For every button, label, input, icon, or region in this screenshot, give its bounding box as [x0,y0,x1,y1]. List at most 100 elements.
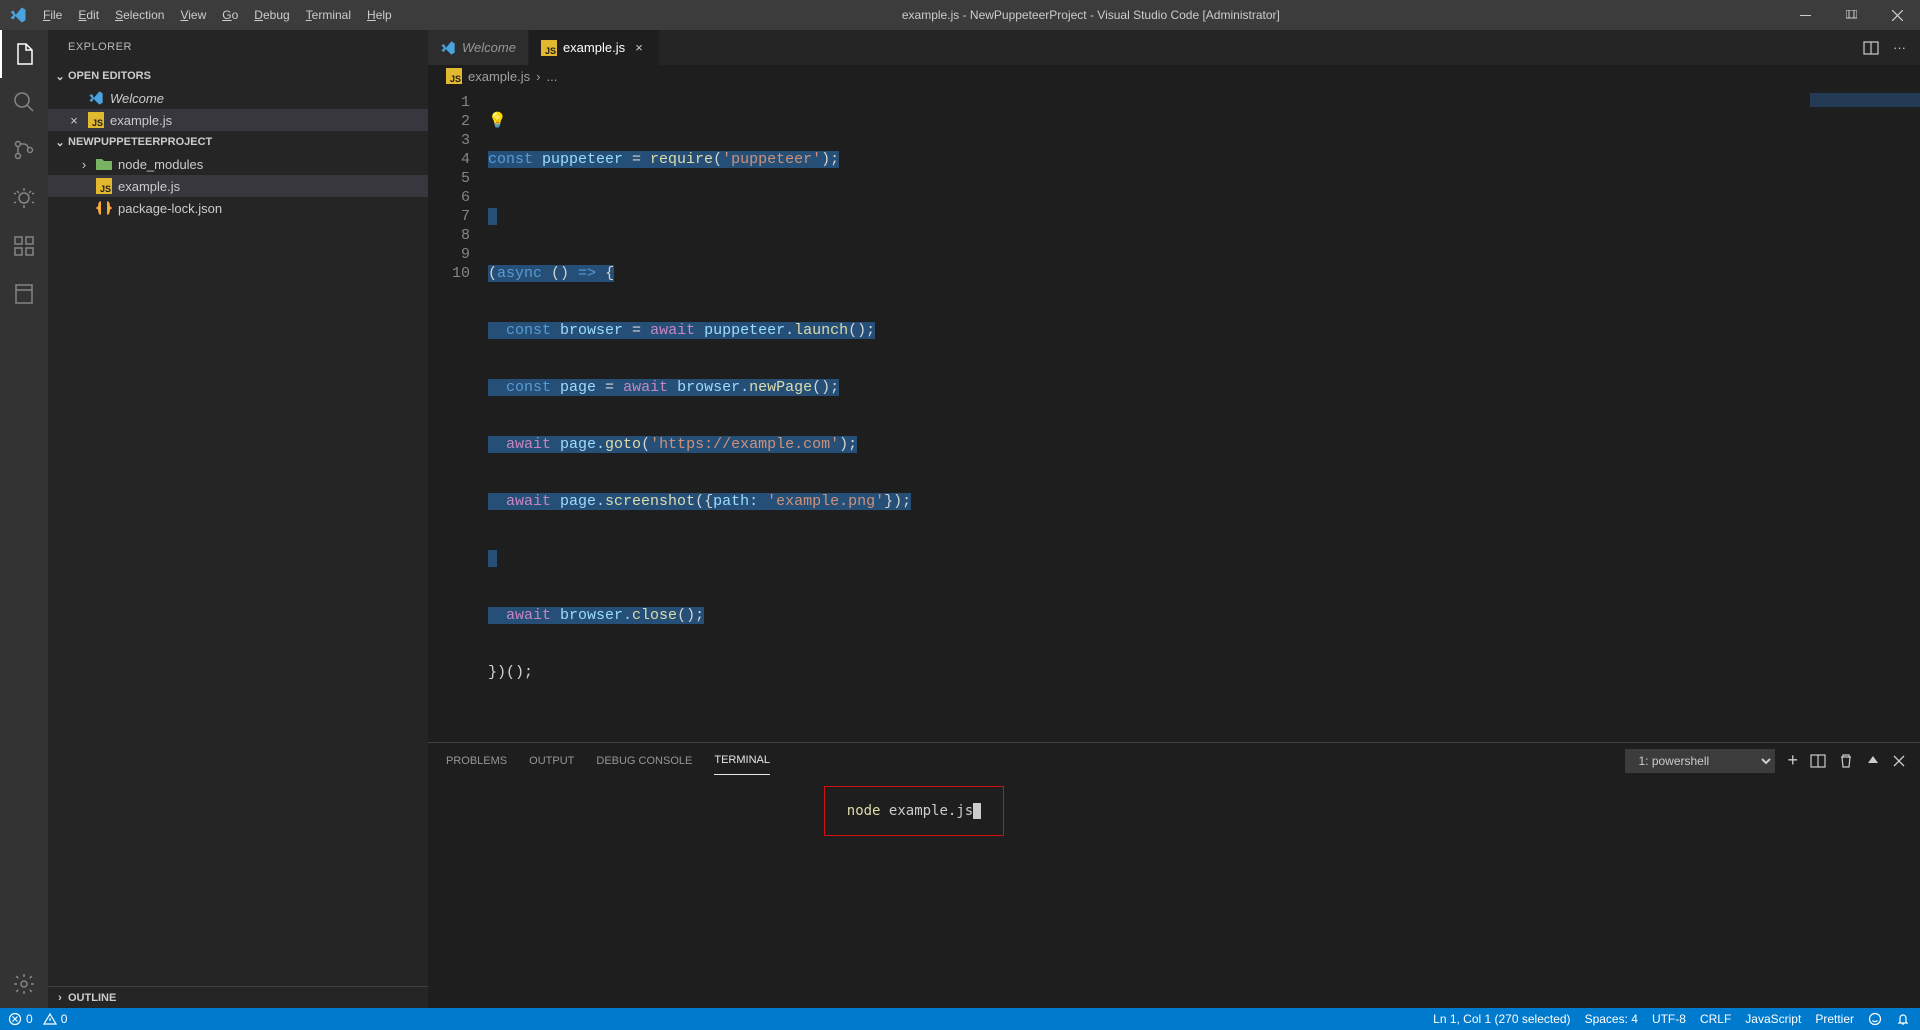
breadcrumb[interactable]: JS example.js › ... [428,65,1920,87]
menu-view[interactable]: View [172,8,214,22]
sidebar-title: EXPLORER [48,30,428,65]
close-button[interactable] [1874,0,1920,30]
window-title: example.js - NewPuppeteerProject - Visua… [400,8,1782,22]
settings-gear-icon[interactable] [0,960,48,1008]
open-editor-welcome[interactable]: Welcome [48,87,428,109]
code-editor[interactable]: 1 2 3 4 5 6 7 8 9 10 💡 const puppeteer =… [428,87,1920,742]
minimize-button[interactable] [1782,0,1828,30]
main-area: EXPLORER ⌄ OPEN EDITORS Welcome × JS exa… [0,30,1920,1008]
open-editor-example[interactable]: × JS example.js [48,109,428,131]
open-editors-label: OPEN EDITORS [68,70,151,82]
line-number: 5 [428,169,470,188]
terminal-select[interactable]: 1: powershell [1625,749,1775,773]
debug-icon[interactable] [0,174,48,222]
close-icon[interactable]: × [66,113,82,128]
status-feedback-icon[interactable] [1868,1012,1882,1026]
line-number: 8 [428,226,470,245]
json-file-icon [96,200,112,216]
vscode-icon [440,40,456,56]
line-number: 9 [428,245,470,264]
panel-tab-bar: PROBLEMS OUTPUT DEBUG CONSOLE TERMINAL 1… [428,743,1920,778]
open-editor-label: example.js [110,113,172,128]
terminal-cmd-arg: example.js [889,803,973,819]
outline-label: OUTLINE [68,992,116,1004]
chevron-right-icon: › [52,992,68,1004]
outline-header[interactable]: › OUTLINE [48,986,428,1008]
tree-label: node_modules [118,157,203,172]
line-number: 1 [428,93,470,112]
line-number: 7 [428,207,470,226]
chevron-down-icon: ⌄ [52,70,68,83]
tree-example[interactable]: JS example.js [48,175,428,197]
close-panel-icon[interactable] [1892,754,1906,768]
menu-selection[interactable]: Selection [107,8,172,22]
menu-go[interactable]: Go [214,8,246,22]
menu-terminal[interactable]: Terminal [298,8,359,22]
tree-package-lock[interactable]: package-lock.json [48,197,428,219]
terminal-cursor [973,803,981,819]
layout-icon[interactable] [0,270,48,318]
panel-tab-problems[interactable]: PROBLEMS [446,747,507,775]
editor-tab-bar: Welcome JS example.js × ··· [428,30,1920,65]
status-language[interactable]: JavaScript [1745,1012,1801,1026]
more-actions-icon[interactable]: ··· [1893,40,1906,55]
tab-example[interactable]: JS example.js × [529,30,660,65]
status-warnings[interactable]: 0 [43,1012,68,1026]
trash-icon[interactable] [1838,753,1854,769]
maximize-panel-icon[interactable] [1866,754,1880,768]
open-editors-header[interactable]: ⌄ OPEN EDITORS [48,65,428,87]
vscode-icon [88,90,104,106]
close-icon[interactable]: × [631,40,647,55]
status-bell-icon[interactable] [1896,1012,1910,1026]
minimap[interactable] [1810,93,1920,107]
project-header[interactable]: ⌄ NEWPUPPETEERPROJECT [48,131,428,153]
status-bar: 0 0 Ln 1, Col 1 (270 selected) Spaces: 4… [0,1008,1920,1030]
line-number: 3 [428,131,470,150]
tree-label: package-lock.json [118,201,222,216]
menu-bar: File Edit Selection View Go Debug Termin… [35,8,400,22]
js-file-icon: JS [96,178,112,194]
panel-tab-debug[interactable]: DEBUG CONSOLE [596,747,692,775]
extensions-icon[interactable] [0,222,48,270]
new-terminal-icon[interactable]: + [1787,750,1798,771]
tree-node-modules[interactable]: › node_modules [48,153,428,175]
menu-debug[interactable]: Debug [246,8,297,22]
status-eol[interactable]: CRLF [1700,1012,1731,1026]
panel-tab-output[interactable]: OUTPUT [529,747,574,775]
chevron-down-icon: ⌄ [52,136,68,149]
folder-icon [96,157,112,171]
activity-bar [0,30,48,1008]
title-bar: File Edit Selection View Go Debug Termin… [0,0,1920,30]
breadcrumb-rest: ... [546,69,557,84]
menu-edit[interactable]: Edit [70,8,107,22]
maximize-button[interactable] [1828,0,1874,30]
split-terminal-icon[interactable] [1810,753,1826,769]
chevron-right-icon: › [78,157,90,172]
terminal-body[interactable]: node example.js [428,778,1920,1008]
status-spaces[interactable]: Spaces: 4 [1585,1012,1638,1026]
terminal-command-highlight: node example.js [824,786,1004,836]
js-file-icon: JS [88,112,104,128]
search-icon[interactable] [0,78,48,126]
source-control-icon[interactable] [0,126,48,174]
status-prettier[interactable]: Prettier [1815,1012,1854,1026]
menu-help[interactable]: Help [359,8,400,22]
js-file-icon: JS [541,40,557,56]
tree-label: example.js [118,179,180,194]
code-content[interactable]: 💡 const puppeteer = require('puppeteer')… [488,87,1920,742]
line-number: 6 [428,188,470,207]
line-number: 10 [428,264,470,283]
project-label: NEWPUPPETEERPROJECT [68,136,212,148]
status-errors[interactable]: 0 [8,1012,33,1026]
menu-file[interactable]: File [35,8,70,22]
line-gutter: 1 2 3 4 5 6 7 8 9 10 [428,87,488,742]
explorer-icon[interactable] [0,30,48,78]
lightbulb-icon[interactable]: 💡 [488,112,507,131]
panel-tab-terminal[interactable]: TERMINAL [714,746,770,775]
tab-welcome[interactable]: Welcome [428,30,529,65]
status-ln-col[interactable]: Ln 1, Col 1 (270 selected) [1433,1012,1570,1026]
tab-label: Welcome [462,40,516,55]
terminal-cmd-node: node [847,803,889,819]
split-editor-icon[interactable] [1863,40,1879,56]
status-encoding[interactable]: UTF-8 [1652,1012,1686,1026]
